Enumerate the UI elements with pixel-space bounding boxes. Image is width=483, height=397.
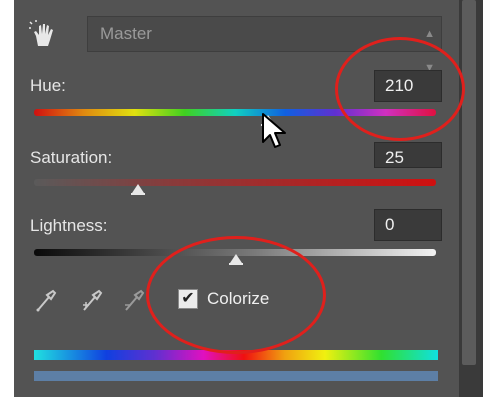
result-color-ramp: [34, 371, 438, 381]
saturation-slider-track[interactable]: [34, 179, 436, 186]
scrollbar-thumb[interactable]: [462, 0, 476, 365]
saturation-slider-thumb[interactable]: [131, 184, 145, 195]
photoshop-hue-saturation-panel: Master ▲ ▼ Hue: 210 Saturation: 25 Lightn…: [0, 0, 483, 397]
lightness-value-field[interactable]: 0: [374, 209, 442, 241]
eyedropper-plus-icon[interactable]: [80, 288, 104, 314]
channel-select-value: Master: [100, 24, 152, 43]
saturation-label: Saturation:: [30, 148, 113, 167]
hand-icon[interactable]: [28, 20, 62, 50]
highlight-circle-colorize: [146, 236, 326, 354]
hue-label: Hue:: [30, 76, 66, 95]
mouse-cursor-icon: [261, 112, 287, 155]
saturation-value-field[interactable]: 25: [374, 142, 442, 168]
eyedropper-minus-icon[interactable]: [122, 288, 146, 314]
eyedropper-icon[interactable]: [34, 288, 58, 314]
lightness-label: Lightness:: [30, 216, 108, 235]
highlight-circle-hue-value: [335, 37, 465, 141]
